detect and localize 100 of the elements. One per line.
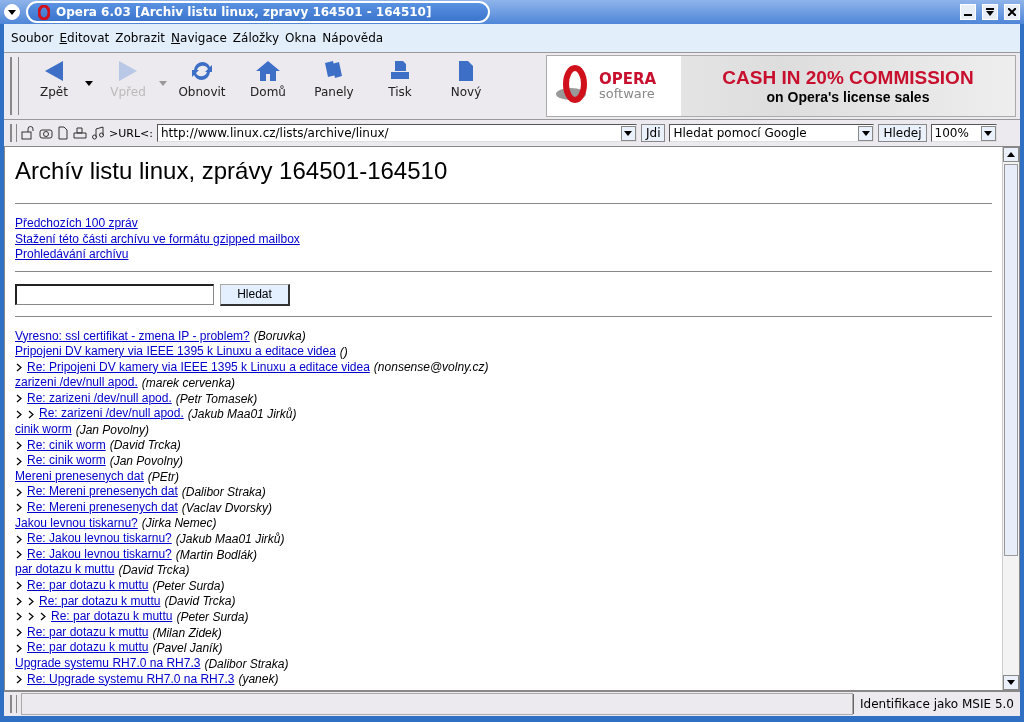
message-link[interactable]: par dotazu k muttu — [15, 562, 115, 578]
restore-button[interactable] — [982, 4, 998, 20]
message-link[interactable]: Re: Mereni prenesenych dat — [27, 500, 178, 516]
dropdown-button[interactable] — [620, 125, 636, 141]
reload-icon — [190, 59, 214, 83]
advertisement-banner[interactable]: OPERA software CASH IN 20% COMMISSION on Opera's license sales — [546, 55, 1016, 117]
message-link[interactable]: Re: par dotazu k muttu — [27, 578, 149, 594]
message-author: (Jirka Nemec) — [141, 516, 217, 531]
printer-icon[interactable] — [73, 126, 87, 140]
reply-marker-icon — [15, 581, 23, 591]
menu-item[interactable]: Editovat — [56, 31, 113, 45]
message-link[interactable]: Re: zarizeni /dev/null apod. — [39, 406, 184, 422]
message-link[interactable]: Re: cinik worm — [27, 437, 106, 454]
up-caret-icon — [1007, 152, 1015, 157]
go-button[interactable]: Jdi — [640, 124, 666, 142]
reply-marker-icon — [15, 550, 23, 560]
search-input[interactable] — [15, 284, 214, 305]
opera-logo-icon — [38, 4, 50, 20]
scrollbar-thumb[interactable] — [1004, 164, 1018, 556]
minimize-button[interactable] — [960, 4, 976, 20]
toolbar-button[interactable]: Tisk — [369, 59, 431, 99]
menu-item[interactable]: Soubor — [8, 31, 57, 45]
dropdown-button[interactable] — [980, 125, 996, 141]
message-link[interactable]: Re: zarizeni /dev/null apod. — [27, 390, 172, 407]
window-menu-button[interactable] — [4, 4, 20, 20]
dropdown-button[interactable] — [858, 125, 874, 141]
caret-icon — [1007, 680, 1015, 685]
message-link[interactable]: Re: par dotazu k muttu — [27, 640, 149, 656]
page-icon — [457, 59, 475, 83]
caret-icon — [861, 130, 870, 136]
message-link[interactable]: Jakou levnou tiskarnu? — [15, 515, 138, 532]
scroll-up-button[interactable] — [1003, 147, 1019, 162]
message-author: (Peter Surda) — [176, 610, 249, 624]
reply-marker-icon — [15, 503, 23, 513]
toolbar-button[interactable]: Obnovit — [171, 59, 233, 99]
reply-marker-icon — [27, 612, 35, 622]
message-link[interactable]: zarizeni /dev/null apod. — [15, 375, 138, 391]
message-link[interactable]: Mereni prenesenych dat — [15, 468, 144, 485]
toolbar-button[interactable]: Panely — [303, 59, 365, 99]
search-button[interactable]: Hledat — [220, 283, 290, 306]
status-text: Identifikace jako MSIE 5.0 — [853, 694, 1020, 714]
message-author: (Milan Zidek) — [152, 625, 222, 640]
camera-icon[interactable] — [39, 126, 53, 140]
reply-marker-icon — [15, 628, 23, 638]
message-author: () — [339, 344, 348, 359]
message-author: (Jan Povolny) — [75, 422, 150, 437]
message-link[interactable]: Re: Jakou levnou tiskarnu? — [27, 531, 172, 547]
menu-item[interactable]: Záložky — [229, 31, 282, 45]
music-note-icon[interactable] — [91, 126, 105, 140]
message-link[interactable]: Re: Upgrade systemu RH7.0 na RH7.3 — [27, 671, 235, 688]
message-link[interactable]: Re: par dotazu k muttu — [51, 609, 173, 625]
reply-marker-icon — [15, 409, 23, 419]
page-icon[interactable] — [57, 126, 69, 140]
page-link[interactable]: Stažení této části archívu ve formátu gzipped mailbox — [15, 231, 300, 247]
message-link[interactable]: Re: par dotazu k muttu — [39, 593, 161, 610]
message-link[interactable]: Re: par dotazu k muttu — [27, 624, 149, 641]
message-link[interactable]: Re: Jakou levnou tiskarnu? — [27, 546, 172, 563]
message-author: (Petr Tomasek) — [175, 391, 258, 406]
message-link[interactable]: Upgrade systemu RH7.0 na RH7.3 — [15, 655, 201, 672]
search-engine-select[interactable]: Hledat pomocí Google — [669, 124, 875, 142]
menu-item[interactable]: Okna — [282, 31, 320, 45]
toolbar-button[interactable]: Domů — [237, 59, 299, 99]
reply-marker-icon — [15, 534, 23, 544]
message-author: (PEtr) — [147, 469, 180, 484]
zoom-select[interactable]: 100% — [930, 124, 997, 142]
toolbar-grip[interactable] — [10, 124, 17, 142]
toolbar-grip[interactable] — [10, 57, 19, 115]
message-link[interactable]: Pripojeni DV kamery via IEEE 1395 k Linuxu a editace videa — [15, 344, 336, 360]
menu-item[interactable]: Navigace — [168, 31, 230, 45]
message-link[interactable]: cinik worm — [15, 422, 72, 438]
toolbar-grip[interactable] — [10, 695, 17, 713]
url-field[interactable]: http://www.linux.cz/lists/archive/linux/ — [156, 124, 637, 142]
reply-marker-icon — [15, 674, 23, 684]
scrollbar[interactable] — [1002, 147, 1019, 690]
lock-icon[interactable] — [21, 126, 35, 140]
message-link[interactable]: Re: Mereni prenesenych dat — [27, 484, 178, 500]
reply-marker-icon — [27, 596, 35, 606]
message-link[interactable]: Re: Pripojeni DV kamery via IEEE 1395 k Linuxu a editace videa — [27, 359, 370, 376]
search-button[interactable]: Hledej — [878, 124, 927, 142]
toolbar-button[interactable]: Zpět — [23, 59, 85, 99]
caret-icon[interactable] — [85, 81, 93, 86]
message-author: (David Trcka) — [118, 563, 190, 578]
restore-icon — [986, 8, 994, 16]
page-link[interactable]: Předchozích 100 zpráv — [15, 216, 138, 232]
message-author: (David Trcka) — [109, 438, 181, 453]
menu-item[interactable]: Zobrazit — [112, 31, 169, 45]
toolbar-button[interactable]: Nový — [435, 59, 497, 99]
page-link[interactable]: Prohledávání archívu — [15, 247, 129, 263]
caret-icon — [624, 130, 633, 136]
close-icon — [1008, 8, 1016, 16]
close-button[interactable] — [1004, 4, 1020, 20]
menu-item[interactable]: Nápověda — [319, 31, 387, 45]
scroll-down-button[interactable] — [1003, 675, 1019, 690]
reply-marker-icon — [15, 612, 23, 622]
message-link[interactable]: Re: cinik worm — [27, 453, 106, 469]
reply-marker-icon — [15, 596, 23, 606]
message-link[interactable]: Vyresno: ssl certifikat - zmena IP - problem? — [15, 328, 250, 344]
window-title: Opera 6.03 [Archiv listu linux, zpravy 164501 - 164510] — [56, 5, 432, 19]
home-icon — [255, 59, 281, 83]
logo-text: OPERA — [599, 72, 657, 87]
